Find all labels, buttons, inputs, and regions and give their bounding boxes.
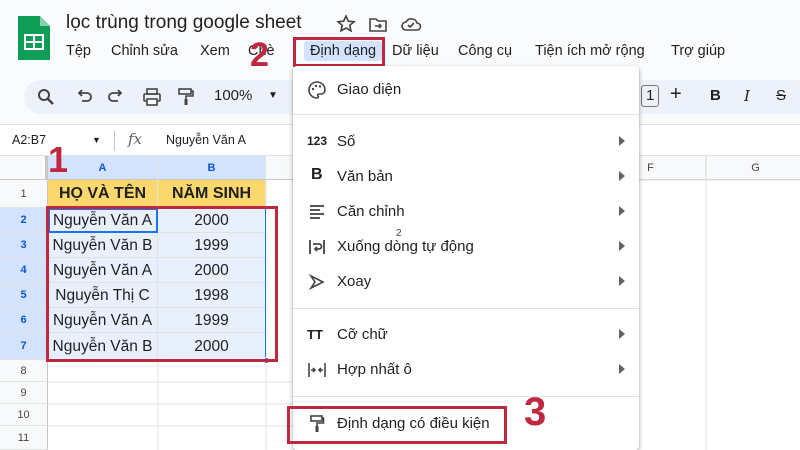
zoom-dropdown-icon[interactable]: ▼ [268, 90, 278, 101]
search-icon[interactable] [36, 87, 56, 107]
italic-icon[interactable]: I [744, 87, 750, 105]
palette-icon [308, 81, 326, 99]
paint-roller-icon [310, 415, 325, 432]
menu-item-theme[interactable]: Giao diện [293, 74, 639, 106]
merge-icon [308, 363, 326, 377]
strikethrough-icon[interactable]: S [776, 87, 786, 104]
menu-item-label: Số [337, 133, 356, 150]
submenu-arrow-icon [619, 171, 625, 181]
format-dropdown-menu: Giao diện 123 Số B Văn bản Căn chỉnh Xuố… [293, 66, 639, 450]
menu-item-label: Căn chỉnh [337, 203, 405, 220]
menu-item-wrapping[interactable]: Xuống dòng tự động [293, 231, 639, 263]
menu-view[interactable]: Xem [200, 43, 230, 59]
menu-divider [293, 114, 639, 115]
menu-item-rotation[interactable]: Xoay [293, 266, 639, 298]
menu-item-label: Xoay [337, 273, 372, 290]
fill-handle[interactable] [263, 357, 270, 364]
menu-divider [293, 308, 639, 309]
cloud-status-icon[interactable] [400, 14, 422, 34]
menu-item-text[interactable]: B Văn bản [293, 161, 639, 193]
google-sheets-logo[interactable] [16, 14, 52, 62]
submenu-arrow-icon [619, 364, 625, 374]
menu-item-label: Văn bản [337, 168, 393, 185]
fx-icon: fx [128, 130, 143, 148]
menu-extensions[interactable]: Tiện ích mở rộng [535, 43, 645, 59]
redo-icon[interactable] [106, 87, 126, 107]
font-size-input[interactable]: 1 [641, 85, 660, 107]
submenu-arrow-icon [619, 329, 625, 339]
menu-item-conditional-formatting[interactable]: Định dạng có điều kiện [293, 408, 639, 440]
increase-font-icon[interactable]: + [670, 83, 682, 106]
menu-edit[interactable]: Chỉnh sửa [111, 43, 178, 59]
menu-item-alignment[interactable]: Căn chỉnh [293, 196, 639, 228]
menu-divider [293, 396, 639, 397]
star-icon[interactable] [336, 14, 356, 34]
submenu-arrow-icon [619, 206, 625, 216]
wrap-icon [309, 240, 325, 254]
zoom-select[interactable]: 100% [214, 87, 252, 104]
document-title[interactable]: lọc trùng trong google sheet [66, 12, 302, 34]
menu-format[interactable]: Định dạng [304, 41, 383, 61]
step1-label: 1 [48, 139, 69, 180]
menu-file[interactable]: Tệp [66, 43, 91, 59]
bold-icon[interactable]: B [710, 87, 721, 104]
rotate-icon [308, 273, 325, 291]
menu-item-label: Giao diện [337, 81, 402, 98]
font-size-icon: TT [307, 327, 323, 342]
cursor-mark: 2 [396, 228, 402, 239]
submenu-arrow-icon [619, 241, 625, 251]
menu-item-label: Hợp nhất ô [337, 361, 412, 378]
menu-data[interactable]: Dữ liệu [392, 43, 439, 59]
name-box[interactable]: A2:B7 [12, 133, 46, 147]
step3-label: 3 [524, 390, 547, 434]
paint-format-icon[interactable] [176, 87, 196, 107]
step2-label: 2 [250, 36, 269, 74]
number-format-icon: 123 [307, 134, 328, 148]
menu-item-merge-cells[interactable]: Hợp nhất ô [293, 354, 639, 386]
bold-icon: B [311, 166, 323, 183]
menu-item-label: Cỡ chữ [337, 326, 388, 343]
undo-icon[interactable] [74, 87, 94, 107]
move-folder-icon[interactable] [368, 14, 388, 34]
divider [114, 131, 115, 151]
menu-help[interactable]: Trợ giúp [671, 43, 725, 59]
google-sheets-window: lọc trùng trong google sheet Tệp Chỉnh s… [0, 0, 800, 450]
name-box-dropdown-icon[interactable]: ▼ [92, 135, 101, 145]
formula-input[interactable]: Nguyễn Văn A [166, 133, 246, 147]
submenu-arrow-icon [619, 276, 625, 286]
menu-item-font-size[interactable]: TT Cỡ chữ [293, 319, 639, 351]
align-icon [310, 205, 324, 219]
menu-item-label: Định dạng có điều kiện [337, 415, 490, 432]
submenu-arrow-icon [619, 136, 625, 146]
menu-tools[interactable]: Công cụ [458, 43, 512, 59]
menu-item-number[interactable]: 123 Số [293, 126, 639, 158]
print-icon[interactable] [142, 87, 162, 107]
menu-item-label: Xuống dòng tự động [337, 238, 474, 255]
